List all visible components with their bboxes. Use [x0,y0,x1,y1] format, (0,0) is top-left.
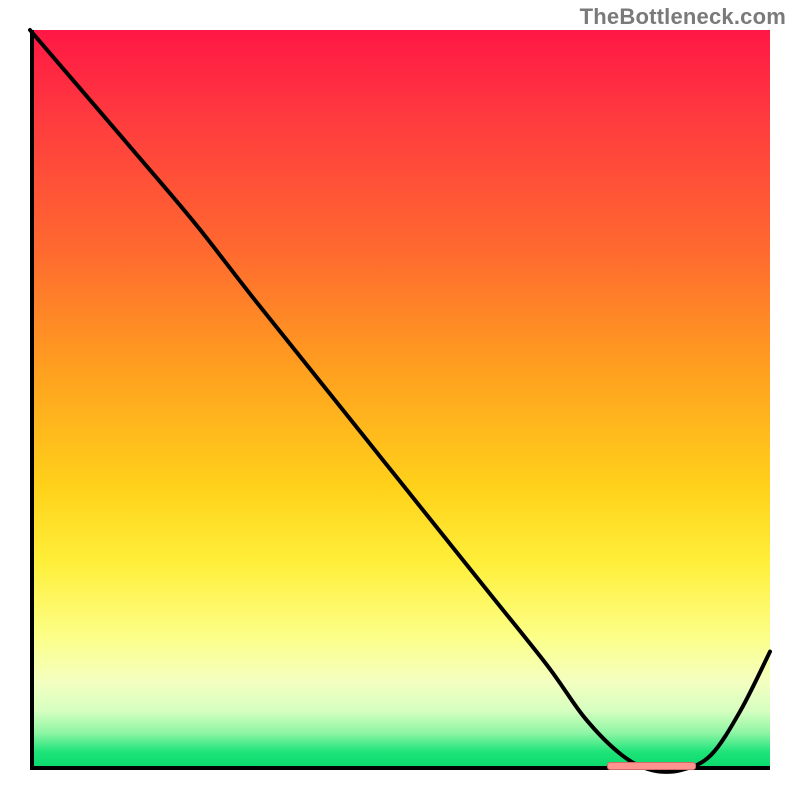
optimal-range-marker [607,762,696,770]
attribution-label: TheBottleneck.com [580,4,786,30]
chart-container: TheBottleneck.com [0,0,800,800]
bottleneck-curve [30,30,770,770]
